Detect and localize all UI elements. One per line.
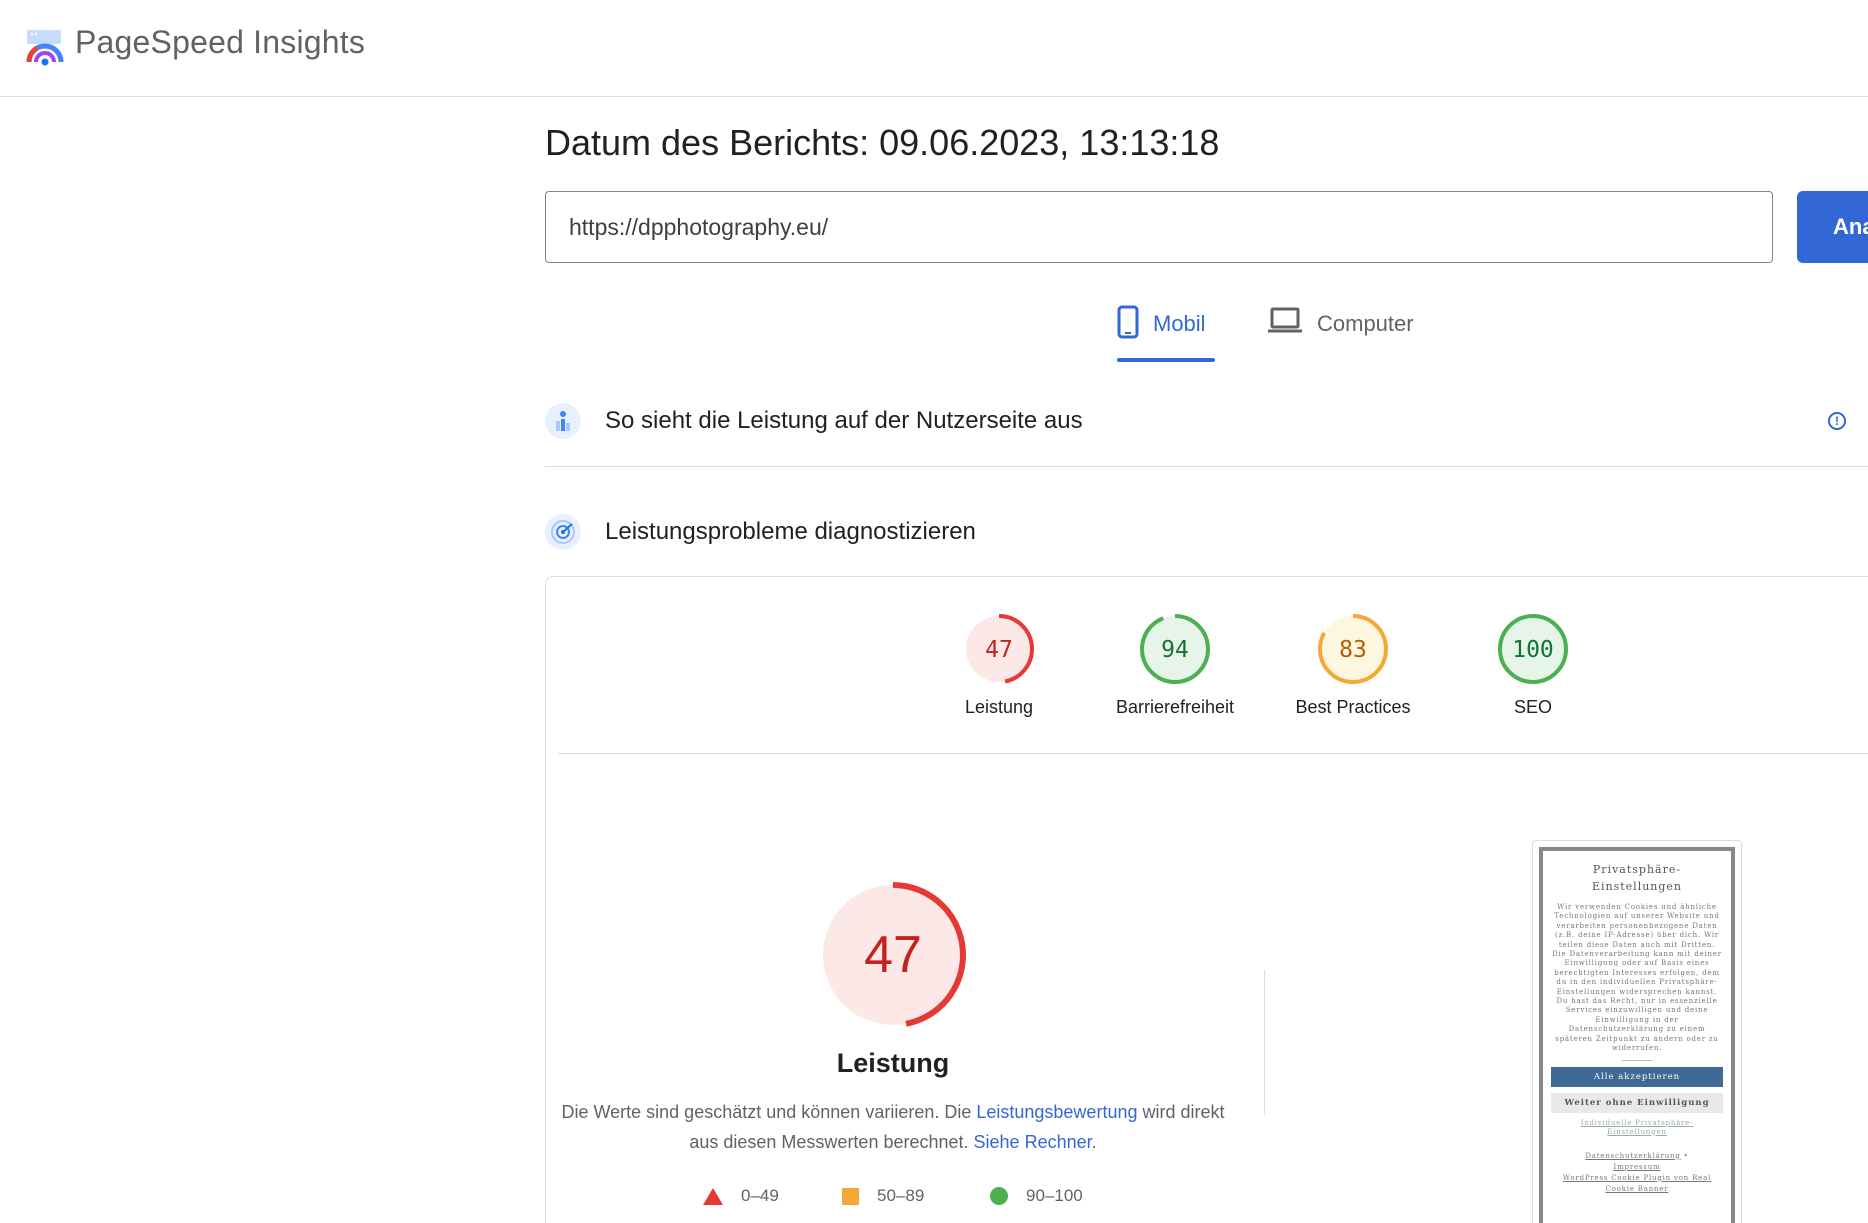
- screenshot-title: Privatsphäre-Einstellungen: [1591, 863, 1683, 893]
- green-circle-icon: [990, 1187, 1008, 1205]
- orange-square-icon: [842, 1187, 859, 1205]
- tab-desktop[interactable]: Computer: [1267, 305, 1414, 365]
- app-title[interactable]: PageSpeed Insights: [75, 24, 365, 61]
- laptop-icon: [1268, 307, 1302, 333]
- legend-item-average: 50–89: [842, 1186, 924, 1206]
- calculator-link[interactable]: Siehe Rechner: [974, 1132, 1092, 1152]
- red-triangle-icon: [703, 1187, 723, 1205]
- desc-suffix: .: [1091, 1132, 1097, 1152]
- smartphone-icon: [1117, 305, 1139, 339]
- diagnose-title: Leistungsprobleme diagnostizieren: [605, 518, 976, 545]
- cookie-banner-preview: Privatsphäre-Einstellungen Wir verwenden…: [1539, 847, 1735, 1223]
- score-gauge-seo[interactable]: 100 SEO: [1453, 611, 1613, 718]
- score-gauge-barrierefreiheit[interactable]: 94 Barrierefreiheit: [1095, 611, 1255, 718]
- gauges-divider: [558, 753, 1868, 754]
- top-bar: PageSpeed Insights: [0, 0, 1868, 97]
- field-data-title: So sieht die Leistung auf der Nutzerseit…: [605, 407, 1083, 434]
- vertical-divider: [1264, 970, 1265, 1115]
- score-gauge-best-practices[interactable]: 83 Best Practices: [1273, 611, 1433, 718]
- report-date-heading: Datum des Berichts: 09.06.2023, 13:13:18: [545, 122, 1220, 163]
- url-input[interactable]: [545, 191, 1773, 263]
- page-screenshot-thumbnail: Privatsphäre-Einstellungen Wir verwenden…: [1532, 840, 1742, 1223]
- score-label: Best Practices: [1295, 697, 1411, 717]
- screenshot-plugin-link: WordPress Cookie Plugin von Real Cookie …: [1562, 1173, 1712, 1193]
- score-ring: 83: [1318, 614, 1388, 684]
- performance-score-link[interactable]: Leistungsbewertung: [976, 1102, 1137, 1122]
- score-ring: 94: [1140, 614, 1210, 684]
- field-data-section-header[interactable]: So sieht die Leistung auf der Nutzerseit…: [545, 403, 1083, 439]
- diagnose-section-header: Leistungsprobleme diagnostizieren: [545, 514, 976, 550]
- score-value: 94: [1161, 637, 1189, 663]
- screenshot-body: Wir verwenden Cookies und ähnliche Techn…: [1552, 903, 1722, 1053]
- section-divider: [545, 466, 1868, 467]
- active-tab-indicator: [1117, 358, 1215, 362]
- screenshot-deny-button: Weiter ohne Einwilligung: [1551, 1092, 1723, 1113]
- tab-mobile-label: Mobil: [1153, 311, 1206, 336]
- performance-main-label: Leistung: [836, 1048, 950, 1078]
- pagespeed-logo-icon[interactable]: [25, 28, 65, 68]
- tab-mobile[interactable]: Mobil: [1117, 305, 1206, 365]
- legend-range: 0–49: [741, 1186, 779, 1205]
- screenshot-privacy-link: Datenschutzerklärung: [1585, 1151, 1681, 1160]
- screenshot-individual-link: Individuelle Privatsphäre-Einstellungen: [1580, 1118, 1694, 1136]
- score-label: Barrierefreiheit: [1115, 697, 1235, 717]
- legend-range: 50–89: [877, 1186, 925, 1205]
- performance-main-score: 47: [864, 926, 922, 984]
- analyze-button[interactable]: Analysieren: [1797, 191, 1868, 263]
- performance-main-gauge: 47: [820, 882, 966, 1028]
- score-value: 83: [1339, 637, 1367, 663]
- score-gauge-leistung[interactable]: 47 Leistung: [919, 611, 1079, 718]
- screenshot-accept-button: Alle akzeptieren: [1551, 1066, 1723, 1087]
- desc-prefix: Die Werte sind geschätzt und können vari…: [561, 1102, 977, 1122]
- tab-desktop-label: Computer: [1317, 311, 1414, 336]
- score-label: Leistung: [964, 697, 1034, 717]
- info-icon[interactable]: !: [1828, 412, 1846, 430]
- screenshot-footer: Datenschutzerklärung • Impressum WordPre…: [1562, 1151, 1712, 1193]
- score-value: 47: [985, 637, 1013, 663]
- legend-item-good: 90–100: [990, 1186, 1083, 1206]
- screenshot-rule: [1622, 1059, 1652, 1061]
- score-value: 100: [1512, 637, 1554, 663]
- lighthouse-radar-icon: [545, 514, 581, 550]
- performance-description: Die Werte sind geschätzt und können vari…: [560, 1097, 1226, 1157]
- legend-item-poor: 0–49: [703, 1186, 779, 1206]
- score-ring: 100: [1498, 614, 1568, 684]
- legend-range: 90–100: [1026, 1186, 1083, 1205]
- screenshot-imprint-link: Impressum: [1613, 1162, 1661, 1171]
- users-chart-icon: [545, 403, 581, 439]
- score-label: SEO: [1513, 697, 1552, 717]
- score-ring: 47: [964, 614, 1034, 684]
